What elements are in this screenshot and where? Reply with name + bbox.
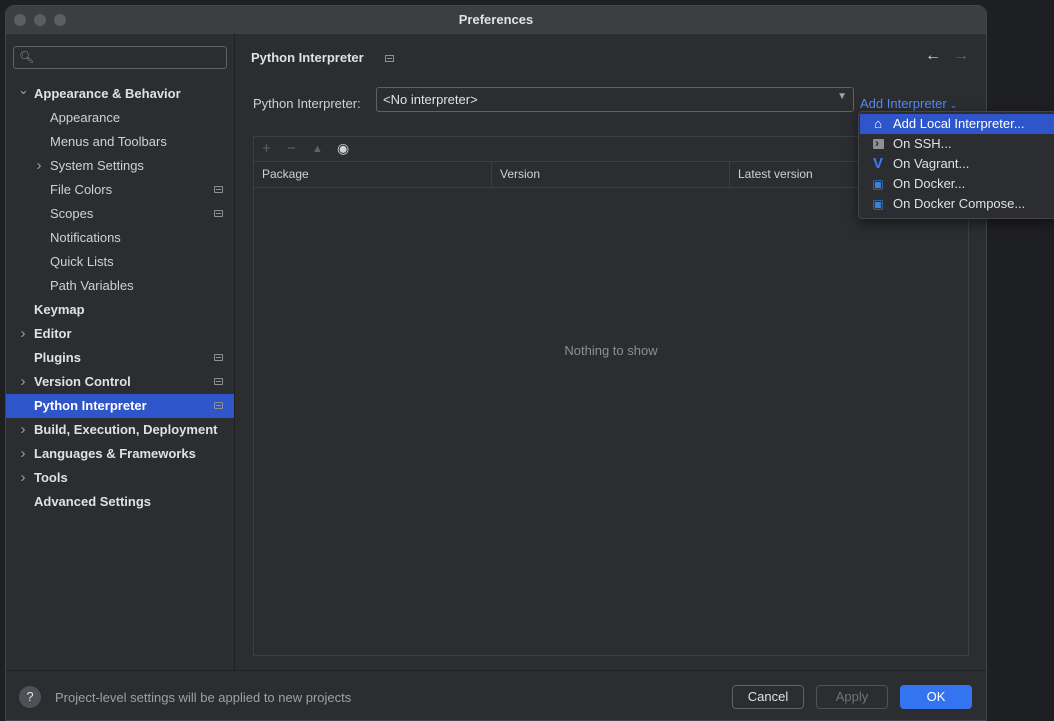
menu-item-on-docker-compose[interactable]: ▣ On Docker Compose... xyxy=(860,194,1054,214)
chevron-right-icon[interactable]: › xyxy=(18,442,28,466)
empty-state-text: Nothing to show xyxy=(564,343,658,358)
remove-package-icon[interactable]: − xyxy=(287,140,296,157)
sidebar-item-plugins[interactable]: Plugins xyxy=(6,346,234,370)
sidebar-item-label: Notifications xyxy=(50,230,121,245)
sidebar-item-label: Editor xyxy=(34,326,72,341)
sidebar-item-label: Python Interpreter xyxy=(34,398,147,413)
chevron-right-icon[interactable]: › xyxy=(34,154,44,178)
column-package[interactable]: Package xyxy=(254,162,492,187)
sidebar-item-label: Build, Execution, Deployment xyxy=(34,422,218,437)
sidebar-item-label: System Settings xyxy=(50,158,144,173)
settings-search-input[interactable]: 🔍︎ xyxy=(13,46,227,69)
sidebar-item-menus-and-toolbars[interactable]: Menus and Toolbars xyxy=(6,130,234,154)
project-level-icon xyxy=(214,210,223,217)
ok-button[interactable]: OK xyxy=(900,685,972,709)
sidebar-item-notifications[interactable]: Notifications xyxy=(6,226,234,250)
search-icon: 🔍︎ xyxy=(19,50,35,64)
sidebar-item-advanced-settings[interactable]: Advanced Settings xyxy=(6,490,234,514)
footer-hint: Project-level settings will be applied t… xyxy=(55,690,352,705)
apply-button[interactable]: Apply xyxy=(816,685,888,709)
sidebar-item-appearance[interactable]: Appearance xyxy=(6,106,234,130)
project-level-icon xyxy=(214,378,223,385)
chevron-right-icon[interactable]: › xyxy=(18,322,28,346)
home-icon: ⌂ xyxy=(874,116,882,131)
sidebar-item-system-settings[interactable]: › System Settings xyxy=(6,154,234,178)
menu-item-add-local-interpreter[interactable]: ⌂ Add Local Interpreter... xyxy=(860,114,1054,134)
menu-item-on-docker[interactable]: ▣ On Docker... xyxy=(860,174,1054,194)
sidebar-item-label: Advanced Settings xyxy=(34,494,152,509)
page-title: Python Interpreter xyxy=(251,50,364,65)
sidebar-item-python-interpreter[interactable]: Python Interpreter xyxy=(6,394,234,418)
sidebar-item-languages-frameworks[interactable]: › Languages & Frameworks xyxy=(6,442,234,466)
sidebar-item-build-execution-deployment[interactable]: › Build, Execution, Deployment xyxy=(6,418,234,442)
docker-icon: ▣ xyxy=(872,177,884,191)
add-interpreter-menu: ⌂ Add Local Interpreter... On SSH... V O… xyxy=(858,111,1054,219)
interpreter-label: Python Interpreter: xyxy=(253,96,361,111)
chevron-down-icon: ⌄ xyxy=(949,100,958,110)
add-package-icon[interactable]: + xyxy=(262,140,271,157)
chevron-right-icon[interactable]: › xyxy=(18,418,28,442)
chevron-right-icon[interactable]: › xyxy=(18,370,28,394)
interpreter-select[interactable]: <No interpreter> ▼ xyxy=(376,87,854,112)
project-level-icon xyxy=(214,402,223,409)
project-level-icon xyxy=(385,55,394,62)
help-button[interactable]: ? xyxy=(19,686,41,708)
chevron-right-icon[interactable]: › xyxy=(18,466,28,490)
window-title: Preferences xyxy=(458,12,534,27)
dialog-footer: ? Project-level settings will be applied… xyxy=(6,670,986,720)
sidebar-item-version-control[interactable]: › Version Control xyxy=(6,370,234,394)
sidebar-item-label: Quick Lists xyxy=(50,254,114,269)
vagrant-icon: V xyxy=(872,155,883,172)
preferences-window: Preferences 🔍︎ ⌄ Appearance & Behavior App… xyxy=(5,5,987,721)
column-version[interactable]: Version xyxy=(492,162,730,187)
sidebar-item-label: Scopes xyxy=(50,206,94,221)
add-interpreter-label: Add Interpreter xyxy=(860,96,947,111)
sidebar-item-keymap[interactable]: Keymap xyxy=(6,298,234,322)
sidebar-item-label: Appearance & Behavior xyxy=(34,86,181,101)
add-interpreter-link[interactable]: Add Interpreter ⌄ xyxy=(860,96,957,111)
docker-compose-icon: ▣ xyxy=(872,197,884,211)
sidebar-item-path-variables[interactable]: Path Variables xyxy=(6,274,234,298)
sidebar-item-quick-lists[interactable]: Quick Lists xyxy=(6,250,234,274)
terminal-icon xyxy=(873,133,884,153)
sidebar-item-label: Menus and Toolbars xyxy=(50,134,167,149)
dropdown-arrow-icon: ▼ xyxy=(837,91,847,102)
sidebar-item-label: Plugins xyxy=(34,350,81,365)
cancel-button[interactable]: Cancel xyxy=(732,685,804,709)
project-level-icon xyxy=(214,354,223,361)
chevron-down-icon[interactable]: ⌄ xyxy=(18,78,29,102)
show-early-releases-icon[interactable]: ◉ xyxy=(337,140,349,157)
sidebar-item-label: File Colors xyxy=(50,182,113,197)
sidebar-item-tools[interactable]: › Tools xyxy=(6,466,234,490)
sidebar-item-label: Version Control xyxy=(34,374,131,389)
sidebar-item-appearance-behavior[interactable]: ⌄ Appearance & Behavior xyxy=(6,82,234,106)
interpreter-value: <No interpreter> xyxy=(383,92,478,107)
sidebar-item-editor[interactable]: › Editor xyxy=(6,322,234,346)
sidebar-item-label: Keymap xyxy=(34,302,85,317)
sidebar-item-label: Appearance xyxy=(50,110,121,125)
sidebar-item-file-colors[interactable]: File Colors xyxy=(6,178,234,202)
settings-sidebar: 🔍︎ ⌄ Appearance & Behavior Appearance Menus… xyxy=(6,34,235,670)
upgrade-package-icon[interactable]: ▲ xyxy=(312,143,323,155)
project-level-icon xyxy=(214,186,223,193)
menu-item-on-vagrant[interactable]: V On Vagrant... xyxy=(860,154,1054,174)
menu-item-on-ssh[interactable]: On SSH... xyxy=(860,133,1054,154)
sidebar-item-scopes[interactable]: Scopes xyxy=(6,202,234,226)
sidebar-item-label: Languages & Frameworks xyxy=(34,446,196,461)
title-bar: Preferences xyxy=(6,6,986,34)
forward-arrow-icon[interactable]: → xyxy=(953,47,969,65)
back-arrow-icon[interactable]: ← xyxy=(925,47,941,65)
sidebar-item-label: Path Variables xyxy=(50,278,134,293)
background-editor-area xyxy=(986,0,1054,719)
sidebar-item-label: Tools xyxy=(34,470,68,485)
